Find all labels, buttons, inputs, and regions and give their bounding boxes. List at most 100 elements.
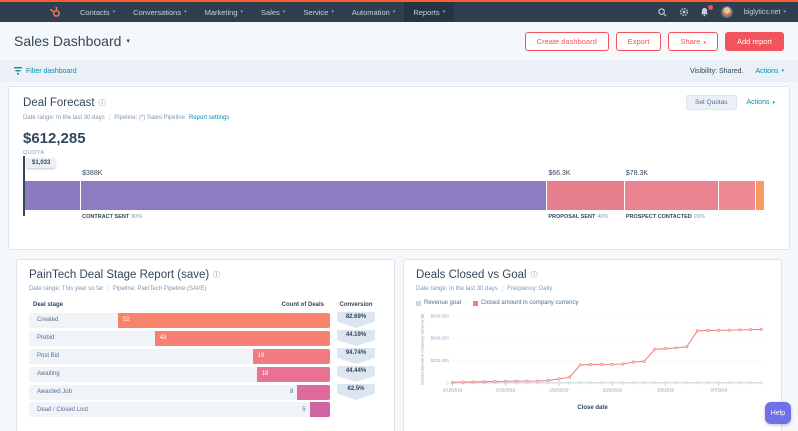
page-title[interactable]: Sales Dashboard: [14, 33, 130, 49]
deal-stage-report-card: PainTech Deal Stage Report (save) ⓘ Date…: [16, 259, 395, 431]
segment-stage-label: PROSPECT CONTACTED20%: [626, 214, 705, 220]
forecast-segment[interactable]: [23, 181, 80, 210]
svg-text:2/10/2019: 2/10/2019: [443, 387, 463, 392]
svg-text:3/7/2019: 3/7/2019: [710, 387, 727, 392]
chevron-down-icon: [184, 9, 187, 15]
filter-icon: [14, 67, 22, 75]
chevron-down-icon: [783, 9, 786, 15]
conversion-badge: 62.5%: [337, 384, 375, 400]
deal-forecast-card: Deal Forecast ⓘ Set Quotas Actions Date …: [8, 86, 790, 250]
conversion-badge: 82.69%: [337, 312, 375, 328]
conversion-badge: 44.44%: [337, 366, 375, 382]
chevron-down-icon: [241, 9, 244, 15]
forecast-segment-prospect-contacted[interactable]: $78.3K PROSPECT CONTACTED20%: [624, 181, 718, 210]
table-row[interactable]: Dead / Closed Lost 5: [29, 402, 382, 417]
svg-text:2/15/2019: 2/15/2019: [496, 387, 516, 392]
funnel-bar[interactable]: 52: [118, 313, 330, 328]
chart-legend: Revenue goal Closed amount in company cu…: [416, 300, 769, 306]
deals-closed-line-chart[interactable]: 0 $200,000 $400,000 $600,000 2/10/2019 2/15/2…: [416, 308, 769, 411]
deals-closed-vs-goal-card: Deals Closed vs Goal ⓘ Date range: In th…: [403, 259, 782, 431]
forecast-segment-contract-sent[interactable]: $388K CONTRACT SENT90%: [80, 181, 546, 210]
table-row[interactable]: Created 52 82.69%: [29, 312, 382, 328]
chevron-down-icon: [113, 9, 116, 15]
deals-closed-meta: Date range: In the last 30 days| Frequen…: [416, 286, 769, 292]
svg-text:Closed amount in company curre: Closed amount in company currency ($): [420, 313, 425, 385]
deal-forecast-title: Deal Forecast: [23, 97, 95, 109]
funnel-bar[interactable]: 18: [257, 367, 330, 382]
account-menu[interactable]: biglytics.net: [744, 9, 786, 16]
hubspot-logo-icon[interactable]: [50, 7, 61, 18]
table-row[interactable]: Prebid 43 44.19%: [29, 330, 382, 346]
nav-item-reports[interactable]: Reports: [404, 2, 454, 22]
user-avatar[interactable]: [721, 6, 733, 18]
nav-item-sales[interactable]: Sales: [252, 2, 294, 22]
funnel-bar[interactable]: [310, 402, 330, 417]
svg-text:2/25/2019: 2/25/2019: [603, 387, 623, 392]
legend-revenue-goal[interactable]: Revenue goal: [416, 300, 461, 306]
report-settings-link[interactable]: Report settings: [189, 115, 229, 121]
nav-item-automation[interactable]: Automation: [343, 2, 404, 22]
nav-item-contacts[interactable]: Contacts: [71, 2, 124, 22]
quota-marker-value: $1,033: [27, 158, 55, 168]
info-icon[interactable]: ⓘ: [531, 270, 538, 280]
svg-text:2/20/2019: 2/20/2019: [549, 387, 569, 392]
legend-swatch: [473, 301, 478, 306]
conversion-badge: 44.19%: [337, 330, 375, 346]
top-navigation: Contacts Conversations Marketing Sales S…: [0, 2, 798, 22]
segment-amount: $66.3K: [548, 170, 570, 177]
export-button[interactable]: Export: [616, 32, 662, 51]
set-quotas-button[interactable]: Set Quotas: [686, 95, 737, 110]
nav-item-conversations[interactable]: Conversations: [124, 2, 195, 22]
notifications-bell-icon[interactable]: [700, 7, 710, 17]
svg-text:$400,000: $400,000: [431, 336, 450, 341]
forecast-actions-menu[interactable]: Actions: [747, 99, 775, 106]
filter-bar: Filter dashboard Visibility: Shared. Act…: [0, 60, 798, 82]
segment-stage-label: PROPOSAL SENT40%: [548, 214, 608, 220]
dashboard-actions-menu[interactable]: Actions: [756, 68, 784, 75]
funnel-bar[interactable]: [297, 385, 330, 400]
table-header: Deal stage Count of Deals Conversion: [29, 302, 382, 308]
info-icon[interactable]: ⓘ: [213, 270, 220, 280]
chevron-down-icon: [781, 68, 784, 74]
table-row[interactable]: Awarded Job 8 62.5%: [29, 384, 382, 400]
deal-stage-meta: Date range: This year so far| Pipeline: …: [29, 286, 382, 292]
conversion-badge: 94.74%: [337, 348, 375, 364]
info-icon[interactable]: ⓘ: [99, 98, 106, 108]
add-report-button[interactable]: Add report: [725, 32, 784, 51]
nav-item-service[interactable]: Service: [294, 2, 343, 22]
svg-text:$200,000: $200,000: [431, 358, 450, 363]
chevron-down-icon: [393, 9, 396, 15]
quota-marker-line: [23, 156, 25, 216]
nav-item-marketing[interactable]: Marketing: [196, 2, 252, 22]
svg-text:3/2/2019: 3/2/2019: [657, 387, 674, 392]
create-dashboard-button[interactable]: Create dashboard: [525, 32, 609, 51]
table-row[interactable]: Post Bid 19 94.74%: [29, 348, 382, 364]
search-icon[interactable]: [658, 7, 668, 17]
visibility-status: Visibility: Shared.: [690, 68, 744, 75]
share-button[interactable]: Share: [668, 32, 718, 51]
settings-gear-icon[interactable]: [679, 7, 689, 17]
quota-label: QUOTA: [23, 150, 775, 156]
notification-badge: [707, 4, 714, 11]
deal-stage-report-title: PainTech Deal Stage Report (save): [29, 269, 209, 281]
svg-text:$600,000: $600,000: [431, 313, 450, 318]
segment-stage-label: CONTRACT SENT90%: [82, 214, 142, 220]
forecast-meta: Date range: In the last 30 days| Pipelin…: [23, 115, 775, 121]
help-button[interactable]: Help: [765, 402, 791, 424]
chevron-down-icon: [126, 37, 130, 45]
chevron-down-icon: [331, 9, 334, 15]
chevron-down-icon: [283, 9, 286, 15]
legend-swatch: [416, 301, 421, 306]
svg-text:0: 0: [446, 380, 449, 385]
legend-closed-amount[interactable]: Closed amount in company currency: [473, 300, 578, 306]
deals-closed-title: Deals Closed vs Goal: [416, 269, 527, 281]
funnel-bar[interactable]: 19: [253, 349, 330, 364]
forecast-segment-proposal-sent[interactable]: $66.3K PROPOSAL SENT40%: [546, 181, 623, 210]
forecast-total-amount: $612,285: [23, 130, 775, 147]
segment-amount: $388K: [82, 170, 102, 177]
funnel-bar[interactable]: 43: [155, 331, 330, 346]
filter-dashboard-button[interactable]: Filter dashboard: [14, 67, 77, 75]
forecast-segment[interactable]: [755, 181, 763, 210]
forecast-segment[interactable]: [718, 181, 756, 210]
table-row[interactable]: Awaiting 18 44.44%: [29, 366, 382, 382]
